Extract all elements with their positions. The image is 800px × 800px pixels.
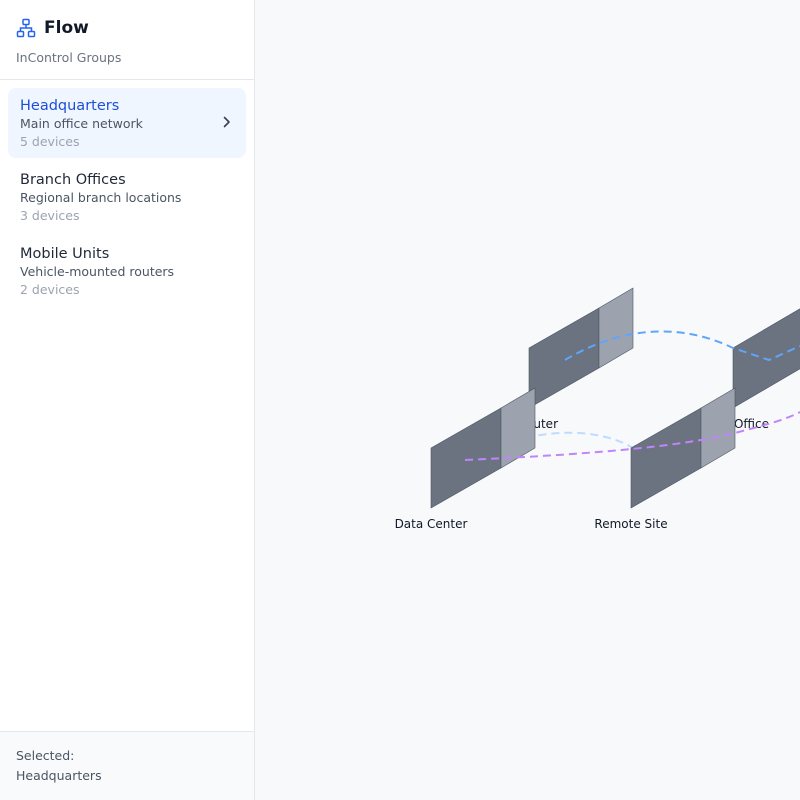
data-center-node-label: Data Center [395,517,468,531]
group-list: Headquarters Main office network 5 devic… [0,80,254,306]
data-center-node[interactable] [430,387,536,509]
group-name: Branch Offices [20,172,126,188]
group-name: Headquarters [20,98,120,114]
app-title: Flow [44,18,89,38]
app-subtitle: InControl Groups [16,50,122,65]
group-device-count: 5 devices [20,134,80,149]
group-description: Regional branch locations [20,190,182,205]
office-node[interactable] [732,300,800,409]
selection-status: Selected: Headquarters [0,731,254,800]
brand: Flow [16,16,238,40]
selection-value: Headquarters [16,768,102,783]
group-name: Mobile Units [20,246,110,262]
chevron-right-icon [223,116,230,128]
sidebar: Flow InControl Groups Headquarters Main … [0,0,255,800]
selection-label: Selected: [16,748,75,763]
flow-canvas[interactable]: outer Office Data Center Remote Site [255,0,800,800]
group-device-count: 3 devices [20,208,80,223]
group-description: Vehicle-mounted routers [20,264,175,279]
group-item-mobile-units[interactable]: Mobile Units Vehicle-mounted routers 2 d… [8,236,246,306]
group-item-headquarters[interactable]: Headquarters Main office network 5 devic… [8,88,246,158]
group-description: Main office network [20,116,143,131]
group-item-branch-offices[interactable]: Branch Offices Regional branch locations… [8,162,246,232]
group-device-count: 2 devices [20,282,80,297]
sidebar-header: Flow InControl Groups [0,0,254,80]
remote-site-node[interactable] [630,387,736,509]
network-hierarchy-icon [16,18,36,38]
remote-site-node-label: Remote Site [594,517,667,531]
router-node[interactable] [528,287,634,409]
app-root: Flow InControl Groups Headquarters Main … [0,0,800,800]
network-diagram: outer Office Data Center Remote Site [395,287,800,531]
